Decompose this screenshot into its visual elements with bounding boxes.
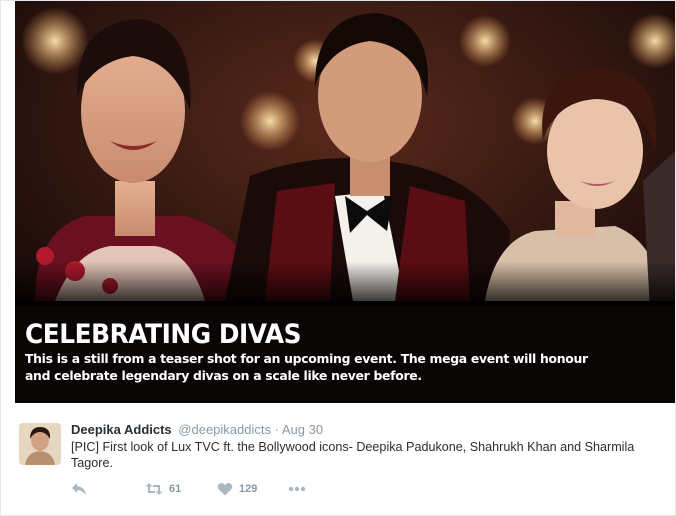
tweet-photo[interactable]: CELEBRATING DIVAS This is a still from a… [15,1,675,403]
time-separator: · [274,422,279,437]
retweet-count: 61 [169,483,182,495]
tweet-text: [PIC] First look of Lux TVC ft. the Boll… [71,440,635,470]
heart-icon [217,482,233,496]
like-button[interactable]: 129 [217,480,257,498]
photo-caption: This is a still from a teaser shot for a… [25,350,665,384]
user-handle[interactable]: @deepikaddicts [178,422,271,437]
reply-button[interactable] [71,480,87,498]
retweet-icon [145,483,163,495]
like-count: 129 [239,483,258,495]
tweet-header: Deepika Addicts @deepikaddicts · Aug 30 [71,422,323,438]
tweet-actions: 61 129 [71,480,371,498]
display-name[interactable]: Deepika Addicts [71,422,172,437]
photo-headline: CELEBRATING DIVAS [25,319,302,350]
photo-caption-line1: This is a still from a teaser shot for a… [25,351,588,366]
more-icon [288,486,306,492]
reply-icon [72,483,86,495]
timestamp[interactable]: Aug 30 [282,422,323,437]
tweet-card: CELEBRATING DIVAS This is a still from a… [0,0,676,516]
tweet-body: Deepika Addicts @deepikaddicts · Aug 30 … [1,403,675,515]
more-button[interactable] [288,480,306,498]
avatar-image [19,423,61,465]
avatar[interactable] [19,423,61,465]
retweet-button[interactable]: 61 [145,480,181,498]
photo-caption-line2: and celebrate legendary divas on a scale… [25,368,422,383]
